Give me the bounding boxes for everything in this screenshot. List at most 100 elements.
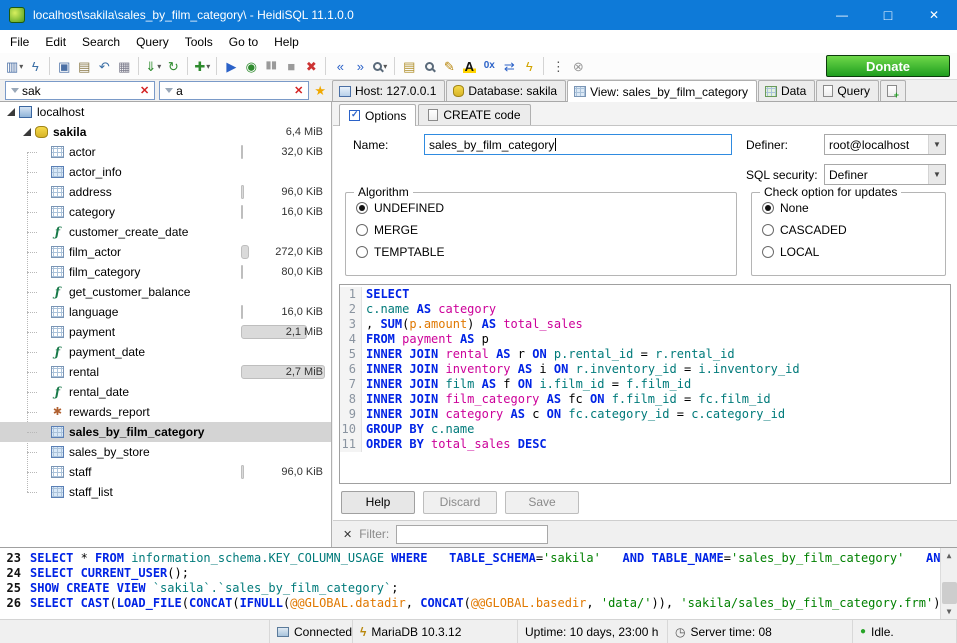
highlight-icon[interactable]: A (459, 55, 479, 77)
tab-options[interactable]: Options (339, 104, 416, 126)
tab-query[interactable]: Query (816, 80, 879, 101)
discard-button[interactable]: Discard (423, 491, 497, 514)
radio-temptable[interactable]: TEMPTABLE (356, 244, 736, 259)
tree-item-rental[interactable]: rental2,7 MiB (0, 362, 331, 382)
sql-view-body-editor[interactable]: 1SELECT2c.name AS category3, SUM(p.amoun… (339, 284, 951, 484)
more-icon[interactable]: ⋮ (548, 55, 568, 77)
help-button[interactable]: Help (341, 491, 415, 514)
session-manager-icon[interactable]: ▥▾ (4, 55, 25, 77)
database-tree[interactable]: localhost sakila6,4 MiBactor32,0 KiBactor… (0, 102, 332, 547)
menu-item-file[interactable]: File (2, 32, 37, 52)
tree-item-rental_date[interactable]: ƒrental_date (0, 382, 331, 402)
scrollbar-thumb[interactable] (942, 582, 957, 604)
save-button[interactable]: Save (505, 491, 579, 514)
chevron-down-icon[interactable]: ▼ (928, 165, 945, 184)
create-new-icon[interactable]: ✚▾ (192, 55, 212, 77)
radio-cascaded[interactable]: CASCADED (762, 222, 945, 237)
close-filter-icon[interactable]: ✕ (343, 528, 352, 541)
tree-item-payment_date[interactable]: ƒpayment_date (0, 342, 331, 362)
tree-item-sales_by_store[interactable]: sales_by_store (0, 442, 331, 462)
radio-local[interactable]: LOCAL (762, 244, 945, 259)
run-current-icon[interactable]: ◉ (241, 55, 261, 77)
log-scrollbar[interactable]: ▲ ▼ (940, 548, 957, 619)
undo-icon[interactable]: ↶ (94, 55, 114, 77)
find-text-icon[interactable] (419, 55, 439, 77)
donate-button[interactable]: Donate (826, 55, 950, 77)
code-line: 5INNER JOIN rental AS r ON p.rental_id =… (340, 347, 950, 362)
print-icon[interactable]: ▦ (114, 55, 134, 77)
clear-filter-icon[interactable]: ✕ (291, 84, 306, 97)
hex-icon[interactable]: 0x (479, 55, 499, 77)
tree-item-category[interactable]: category16,0 KiB (0, 202, 331, 222)
radio-merge[interactable]: MERGE (356, 222, 736, 237)
minimize-button[interactable]: — (819, 0, 865, 30)
clear-filter-icon[interactable]: ✕ (137, 84, 152, 97)
tree-item-rewards_report[interactable]: ✱rewards_report (0, 402, 331, 422)
database-filter-input[interactable]: sak✕ (5, 81, 155, 100)
edit-icon[interactable]: ✎ (439, 55, 459, 77)
close-button[interactable]: ✕ (911, 0, 957, 30)
copy-icon[interactable]: ▣ (54, 55, 74, 77)
abort-icon[interactable]: ⊗ (568, 55, 588, 77)
snippets-icon[interactable]: ▤ (399, 55, 419, 77)
tree-item-staff_list[interactable]: staff_list (0, 482, 331, 502)
tree-item-actor[interactable]: actor32,0 KiB (0, 142, 331, 162)
tree-item-sales_by_film_category[interactable]: sales_by_film_category (0, 422, 331, 442)
cancel-icon[interactable]: ✖ (301, 55, 321, 77)
run-icon[interactable]: ▶ (221, 55, 241, 77)
sql-log-panel[interactable]: 23SELECT * FROM information_schema.KEY_C… (0, 547, 957, 619)
expander-icon[interactable] (20, 128, 33, 136)
tab-view-sales-by-film-category[interactable]: View: sales_by_film_category (567, 80, 757, 102)
menu-item-tools[interactable]: Tools (177, 32, 221, 52)
table-filter-input[interactable]: a✕ (159, 81, 309, 100)
menu-item-go-to[interactable]: Go to (221, 32, 266, 52)
tree-item-label: localhost (37, 105, 84, 119)
tab-database-sakila[interactable]: Database: sakila (446, 80, 566, 101)
tree-item-payment[interactable]: payment2,1 MiB (0, 322, 331, 342)
maximize-button[interactable]: □ (865, 0, 911, 30)
tab-host-127-0-0-1[interactable]: Host: 127.0.0.1 (332, 80, 445, 101)
expander-icon[interactable] (4, 108, 17, 116)
grid-filter-input[interactable] (396, 525, 548, 544)
favorites-filter-icon[interactable]: ★ (314, 83, 326, 99)
paste-icon[interactable]: ▤ (74, 55, 94, 77)
tree-item-sakila[interactable]: sakila6,4 MiB (0, 122, 331, 142)
scroll-down-icon[interactable]: ▼ (941, 604, 957, 619)
radio-none[interactable]: None (762, 200, 945, 215)
radio-undefined[interactable]: UNDEFINED (356, 200, 736, 215)
export-icon[interactable]: ⇓▾ (143, 55, 163, 77)
tree-item-actor_info[interactable]: actor_info (0, 162, 331, 182)
view-name-input[interactable]: sales_by_film_category (424, 134, 732, 155)
tree-item-localhost[interactable]: localhost (0, 102, 331, 122)
tree-item-customer_create_date[interactable]: ƒcustomer_create_date (0, 222, 331, 242)
bolt-icon[interactable]: ϟ (519, 55, 539, 77)
reformat-icon[interactable]: ⇄ (499, 55, 519, 77)
tree-item-language[interactable]: language16,0 KiB (0, 302, 331, 322)
menu-item-query[interactable]: Query (128, 32, 177, 52)
tree-item-get_customer_balance[interactable]: ƒget_customer_balance (0, 282, 331, 302)
chevron-down-icon[interactable]: ▼ (928, 135, 945, 154)
tab-create-code[interactable]: CREATE code (418, 104, 530, 125)
table-filter-input-value: a (176, 84, 291, 98)
next-icon[interactable]: » (350, 55, 370, 77)
stop-icon[interactable]: ■ (281, 55, 301, 77)
previous-icon[interactable]: « (330, 55, 350, 77)
sql-security-combo[interactable]: Definer ▼ (824, 164, 946, 185)
radio-circle-icon (762, 224, 774, 236)
menu-item-search[interactable]: Search (74, 32, 128, 52)
refresh-icon[interactable]: ↻ (163, 55, 183, 77)
tab-newquery[interactable] (880, 80, 906, 101)
menu-item-help[interactable]: Help (266, 32, 307, 52)
pause-icon[interactable]: ▮▮ (261, 55, 281, 77)
tab-data[interactable]: Data (758, 80, 815, 101)
menu-item-edit[interactable]: Edit (37, 32, 74, 52)
tree-item-staff[interactable]: staff96,0 KiB (0, 462, 331, 482)
tree-item-address[interactable]: address96,0 KiB (0, 182, 331, 202)
tree-item-film_category[interactable]: film_category80,0 KiB (0, 262, 331, 282)
scroll-up-icon[interactable]: ▲ (941, 548, 957, 563)
tree-item-film_actor[interactable]: film_actor272,0 KiB (0, 242, 331, 262)
disconnect-icon[interactable]: ϟ (25, 55, 45, 77)
tree-item-label: rental_date (69, 385, 129, 399)
search-icon[interactable]: ▾ (370, 55, 390, 77)
definer-combo[interactable]: root@localhost ▼ (824, 134, 946, 155)
